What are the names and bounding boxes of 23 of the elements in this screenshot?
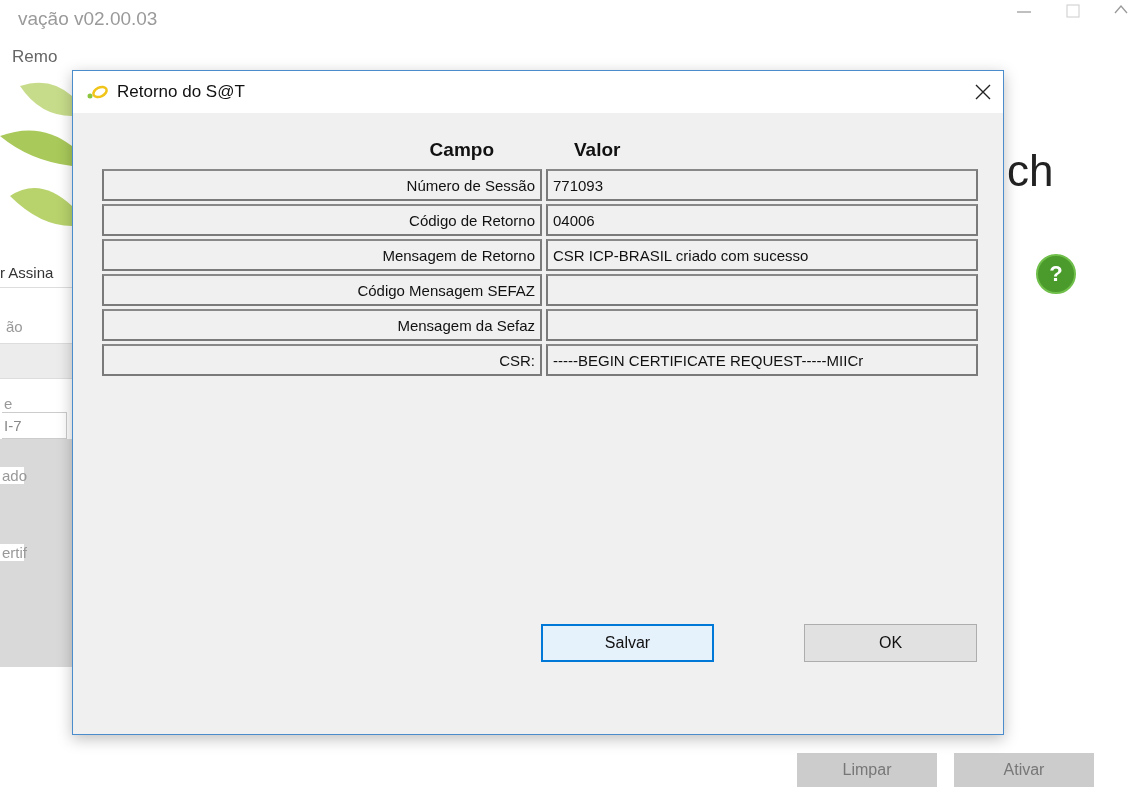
field-label-cell: Mensagem da Sefaz <box>102 309 542 341</box>
value-cell: CSR ICP-BRASIL criado com sucesso <box>546 239 978 271</box>
value-cell: 04006 <box>546 204 978 236</box>
field-label-cell: CSR: <box>102 344 542 376</box>
dialog-button[interactable]: OK <box>804 624 977 662</box>
app-logo-icon <box>87 85 109 99</box>
window-title: vação v02.00.03 <box>18 8 158 30</box>
value-cell: -----BEGIN CERTIFICATE REQUEST-----MIICr <box>546 344 978 376</box>
help-button[interactable]: ? <box>1036 254 1076 294</box>
label-text: ão <box>5 318 24 335</box>
column-header: Campo <box>429 139 494 161</box>
label-text: e <box>3 395 14 412</box>
logo-text: ch <box>1007 146 1054 196</box>
field-label-cell: Código Mensagem SEFAZ <box>102 274 542 306</box>
field-label-cell: Mensagem de Retorno <box>102 239 542 271</box>
field-label-cell: Código de Retorno <box>102 204 542 236</box>
field-label-cell: Número de Sessão <box>102 169 542 201</box>
menu-item[interactable]: Remo <box>12 47 58 67</box>
column-header: Valor <box>574 139 622 161</box>
value-cell: 771093 <box>546 169 978 201</box>
dialog-button[interactable]: Salvar <box>541 624 714 662</box>
input-field[interactable]: I-7 <box>2 412 67 439</box>
dialog-title: Retorno do S@T <box>117 82 246 102</box>
